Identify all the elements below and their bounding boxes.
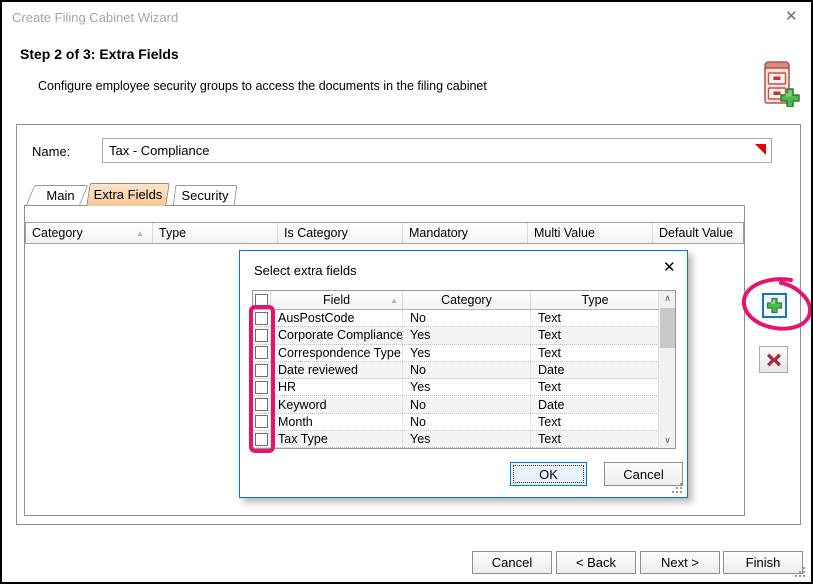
window-title: Create Filing Cabinet Wizard xyxy=(12,10,178,25)
step-title: Step 2 of 3: Extra Fields xyxy=(20,46,179,62)
grid-column-is-category[interactable]: Is Category xyxy=(278,223,403,243)
column-header-type[interactable]: Type xyxy=(531,291,659,309)
row-checkbox[interactable] xyxy=(255,329,268,342)
select-extra-fields-dialog: Select extra fields ✕ Field ▲ Category T… xyxy=(239,250,688,498)
row-checkbox[interactable] xyxy=(255,433,268,446)
row-checkbox[interactable] xyxy=(255,346,268,359)
table-row[interactable]: Correspondence Type Yes Text xyxy=(253,345,659,362)
scrollbar-thumb[interactable] xyxy=(660,308,675,348)
cancel-button[interactable]: Cancel xyxy=(472,551,552,574)
column-header-category[interactable]: Category xyxy=(403,291,531,309)
step-description: Configure employee security groups to ac… xyxy=(38,79,487,93)
delete-x-icon xyxy=(766,352,782,368)
table-row[interactable]: Corporate Compliance... Yes Text xyxy=(253,327,659,344)
name-label: Name: xyxy=(32,144,70,159)
row-checkbox[interactable] xyxy=(255,312,268,325)
select-all-checkbox[interactable] xyxy=(255,294,268,307)
dialog-close-icon[interactable]: ✕ xyxy=(663,258,676,276)
grid-column-mandatory[interactable]: Mandatory xyxy=(403,223,528,243)
row-checkbox[interactable] xyxy=(255,364,268,377)
wizard-window: Create Filing Cabinet Wizard ✕ Step 2 of… xyxy=(0,0,813,584)
table-row[interactable]: Date reviewed No Date xyxy=(253,362,659,379)
dialog-cancel-button[interactable]: Cancel xyxy=(604,462,683,486)
dialog-title: Select extra fields xyxy=(254,263,357,278)
extra-fields-grid-header: Category ▲ Type Is Category Mandatory Mu… xyxy=(25,222,744,244)
grid-column-category[interactable]: Category ▲ xyxy=(26,223,153,243)
back-button[interactable]: < Back xyxy=(556,551,636,574)
required-marker-icon xyxy=(755,144,766,155)
plus-icon xyxy=(766,297,783,314)
tab-security[interactable] xyxy=(173,185,238,206)
row-checkbox[interactable] xyxy=(255,398,268,411)
table-row[interactable]: HR Yes Text xyxy=(253,379,659,396)
tab-main[interactable] xyxy=(26,185,88,206)
row-checkbox[interactable] xyxy=(255,381,268,394)
ok-button[interactable]: OK xyxy=(510,462,587,486)
scroll-down-icon[interactable]: ∨ xyxy=(659,433,676,448)
select-all-checkbox-cell xyxy=(253,291,271,309)
window-close-icon[interactable]: ✕ xyxy=(785,7,798,25)
scroll-up-icon[interactable]: ∧ xyxy=(659,291,676,306)
table-scrollbar[interactable]: ∧ ∨ xyxy=(658,291,675,448)
name-input[interactable] xyxy=(102,138,772,163)
table-rows: AusPostCode No Text Corporate Compliance… xyxy=(253,310,659,448)
window-resize-grip[interactable] xyxy=(803,567,805,569)
finish-button[interactable]: Finish xyxy=(723,551,803,574)
column-header-field[interactable]: Field ▲ xyxy=(271,291,403,309)
sort-ascending-icon: ▲ xyxy=(136,229,144,238)
table-header-row: Field ▲ Category Type xyxy=(253,291,659,310)
grid-column-multi-value[interactable]: Multi Value xyxy=(528,223,653,243)
table-row[interactable]: Keyword No Date xyxy=(253,396,659,413)
table-row[interactable]: Month No Text xyxy=(253,414,659,431)
grid-column-default-value[interactable]: Default Value xyxy=(653,223,743,243)
table-row[interactable]: AusPostCode No Text xyxy=(253,310,659,327)
filing-cabinet-add-icon xyxy=(752,57,802,110)
dialog-resize-grip[interactable] xyxy=(680,483,682,485)
remove-extra-field-button[interactable] xyxy=(759,346,788,373)
grid-column-type[interactable]: Type xyxy=(153,223,278,243)
table-row[interactable]: Tax Type Yes Text xyxy=(253,431,659,448)
sort-ascending-icon: ▲ xyxy=(390,296,398,305)
add-extra-field-button[interactable] xyxy=(762,293,787,318)
row-checkbox[interactable] xyxy=(255,415,268,428)
next-button[interactable]: Next > xyxy=(640,551,720,574)
tab-extra-fields[interactable] xyxy=(86,183,170,206)
extra-fields-table: Field ▲ Category Type AusPostCode No Tex… xyxy=(252,290,676,449)
